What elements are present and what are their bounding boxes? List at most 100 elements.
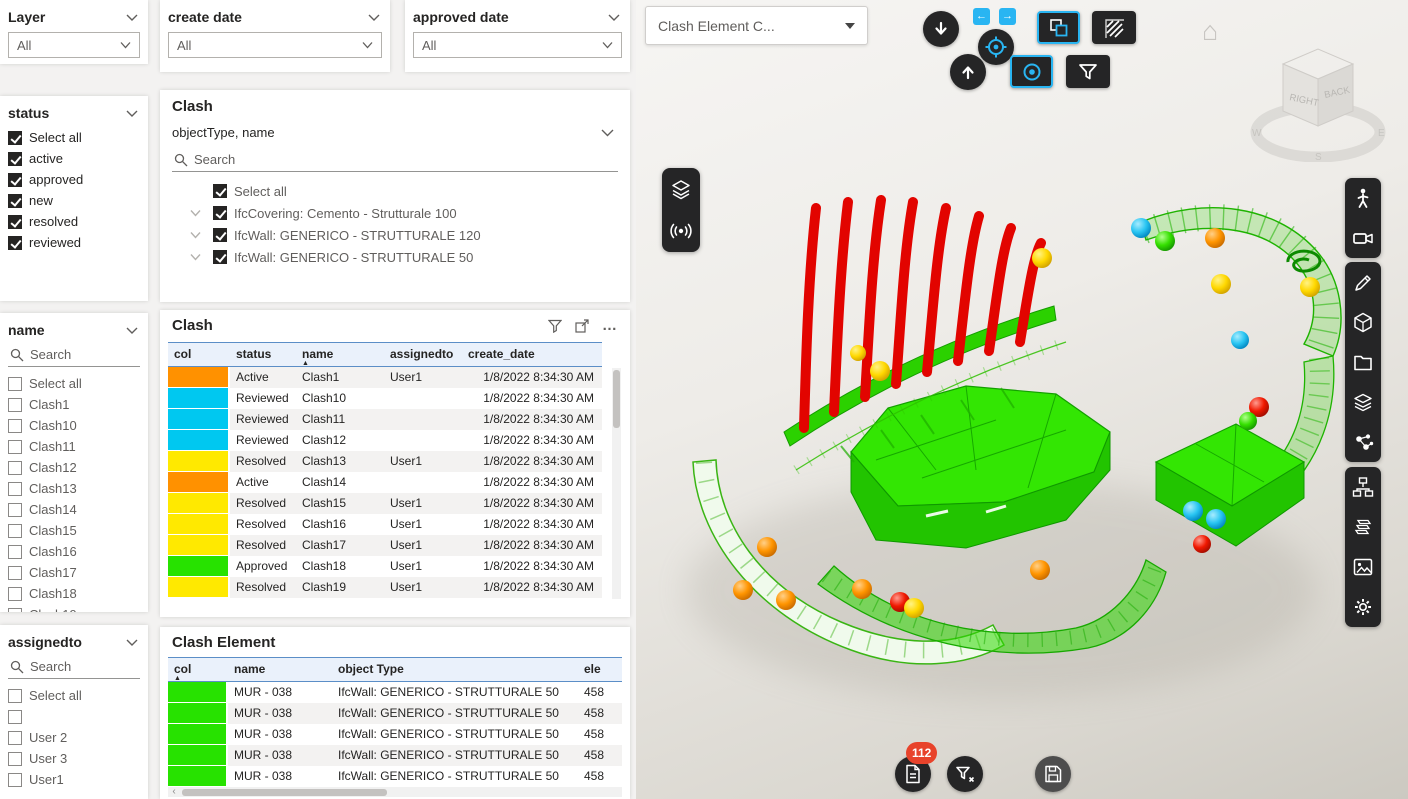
assignedto-option[interactable]: User 2 <box>8 727 148 748</box>
chevron-down-icon[interactable] <box>126 109 138 118</box>
levels-button[interactable] <box>1345 382 1381 422</box>
layer-dropdown[interactable]: All <box>8 32 140 58</box>
layers-button[interactable] <box>662 168 700 210</box>
nav-back-button[interactable]: ← <box>973 8 990 25</box>
status-option[interactable]: reviewed <box>8 232 148 253</box>
files-button[interactable] <box>1345 342 1381 382</box>
name-option[interactable]: Clash17 <box>8 562 148 583</box>
checkbox-icon <box>8 377 22 391</box>
sort-ascending-icon: ▲ <box>302 361 380 366</box>
isolate-button[interactable] <box>1010 55 1053 88</box>
measure-button[interactable] <box>1345 262 1381 302</box>
assignedto-option[interactable]: User1 <box>8 769 148 790</box>
scrollbar-thumb[interactable] <box>613 370 620 428</box>
name-option[interactable]: Clash14 <box>8 499 148 520</box>
hatch-button[interactable] <box>1092 11 1136 44</box>
chevron-down-icon[interactable] <box>190 253 201 261</box>
focus-mode-icon[interactable] <box>575 319 589 333</box>
clear-filter-button[interactable] <box>947 756 983 792</box>
status-color-cell <box>168 388 230 409</box>
first-person-button[interactable] <box>1345 178 1381 218</box>
hatch-icon <box>1103 17 1125 39</box>
checkbox-icon <box>8 566 22 580</box>
camera-button[interactable] <box>1345 218 1381 258</box>
chevron-down-icon[interactable] <box>126 638 138 647</box>
arrow-down-button[interactable] <box>923 11 959 47</box>
chevron-down-icon[interactable] <box>601 128 614 137</box>
name-option[interactable]: Clash16 <box>8 541 148 562</box>
name-search-input[interactable]: Search <box>8 343 140 367</box>
chevron-down-icon[interactable] <box>368 13 380 22</box>
objects-button[interactable] <box>1345 422 1381 462</box>
clash-table-panel: Clash … col status name▲ assignedto crea… <box>160 310 630 617</box>
assignedto-option[interactable]: User 3 <box>8 748 148 769</box>
home-icon[interactable]: ⌂ <box>1202 18 1218 45</box>
name-option[interactable]: Clash11 <box>8 436 148 457</box>
checkbox-icon <box>8 524 22 538</box>
model-tree-button[interactable] <box>1345 467 1381 507</box>
status-option[interactable]: new <box>8 190 148 211</box>
create-date-dropdown[interactable]: All <box>168 32 382 58</box>
nav-forward-button[interactable]: → <box>999 8 1016 25</box>
chevron-down-icon[interactable] <box>190 231 201 239</box>
tree-item-select-all[interactable]: Select all <box>184 180 630 202</box>
chevron-down-icon[interactable] <box>126 326 138 335</box>
name-option[interactable]: Select all <box>8 373 148 394</box>
name-option[interactable]: Clash18 <box>8 583 148 604</box>
chevron-down-icon[interactable] <box>608 13 620 22</box>
filter-icon[interactable] <box>548 319 562 333</box>
tree-item[interactable]: IfcCovering: Cemento - Strutturale 100 <box>184 202 630 224</box>
layer-slicer-panel: Layer All <box>0 0 148 64</box>
name-option[interactable]: Clash15 <box>8 520 148 541</box>
name-option[interactable]: Clash12 <box>8 457 148 478</box>
clash-marker-orange <box>1030 560 1050 580</box>
view-cube[interactable]: W S E RIGHT BACK <box>1236 36 1400 162</box>
funnel-icon <box>1077 61 1099 83</box>
status-option[interactable]: active <box>8 148 148 169</box>
checkbox-icon <box>8 419 22 433</box>
status-color-cell <box>168 472 230 493</box>
scrollbar-thumb[interactable] <box>182 789 387 796</box>
arrow-up-button[interactable] <box>950 54 986 90</box>
name-option[interactable]: Clash13 <box>8 478 148 499</box>
viewer-3d[interactable]: Clash Element C... ← → ⌂ W <box>636 0 1408 799</box>
checkbox-icon <box>8 131 22 145</box>
assignedto-search-input[interactable]: Search <box>8 655 140 679</box>
sheets-button[interactable] <box>1345 507 1381 547</box>
name-option[interactable]: Clash19 <box>8 604 148 612</box>
viewer-mode-dropdown[interactable]: Clash Element C... <box>645 6 868 45</box>
clash-table: col status name▲ assignedto create_date … <box>168 342 622 613</box>
settings-button[interactable] <box>1345 587 1381 627</box>
scroll-left-icon[interactable]: ‹ <box>168 787 180 797</box>
snapshot-button[interactable] <box>1345 547 1381 587</box>
chevron-down-icon[interactable] <box>190 209 201 217</box>
clash-tree-search-input[interactable]: Search <box>172 148 618 172</box>
assignedto-slicer-panel: assignedto Search Select all User 2 User… <box>0 625 148 799</box>
vertical-scrollbar[interactable] <box>612 368 621 599</box>
status-option[interactable]: resolved <box>8 211 148 232</box>
assignedto-option[interactable] <box>8 706 148 727</box>
horizontal-scrollbar[interactable]: ‹ <box>168 787 622 797</box>
status-color-cell <box>168 724 228 745</box>
gear-icon <box>1351 595 1375 619</box>
tree-item[interactable]: IfcWall: GENERICO - STRUTTURALE 50 <box>184 246 630 268</box>
markers-signal-button[interactable] <box>662 210 700 252</box>
status-option[interactable]: approved <box>8 169 148 190</box>
checkbox-icon <box>8 194 22 208</box>
status-color-cell <box>168 682 228 703</box>
filter-clashes-button[interactable] <box>1066 55 1110 88</box>
name-option[interactable]: Clash10 <box>8 415 148 436</box>
more-options-icon[interactable]: … <box>602 321 618 331</box>
model-button[interactable] <box>1345 302 1381 342</box>
status-option[interactable]: Select all <box>8 127 148 148</box>
arrow-up-icon <box>958 62 978 82</box>
save-view-button[interactable] <box>1035 756 1071 792</box>
approved-date-dropdown[interactable]: All <box>413 32 622 58</box>
select-clashes-button[interactable] <box>1037 11 1080 44</box>
name-option[interactable]: Clash1 <box>8 394 148 415</box>
tree-item[interactable]: IfcWall: GENERICO - STRUTTURALE 120 <box>184 224 630 246</box>
chevron-down-icon[interactable] <box>126 13 138 22</box>
assignedto-option[interactable]: Select all <box>8 685 148 706</box>
focus-target-button[interactable] <box>978 29 1014 65</box>
checkbox-icon <box>8 236 22 250</box>
